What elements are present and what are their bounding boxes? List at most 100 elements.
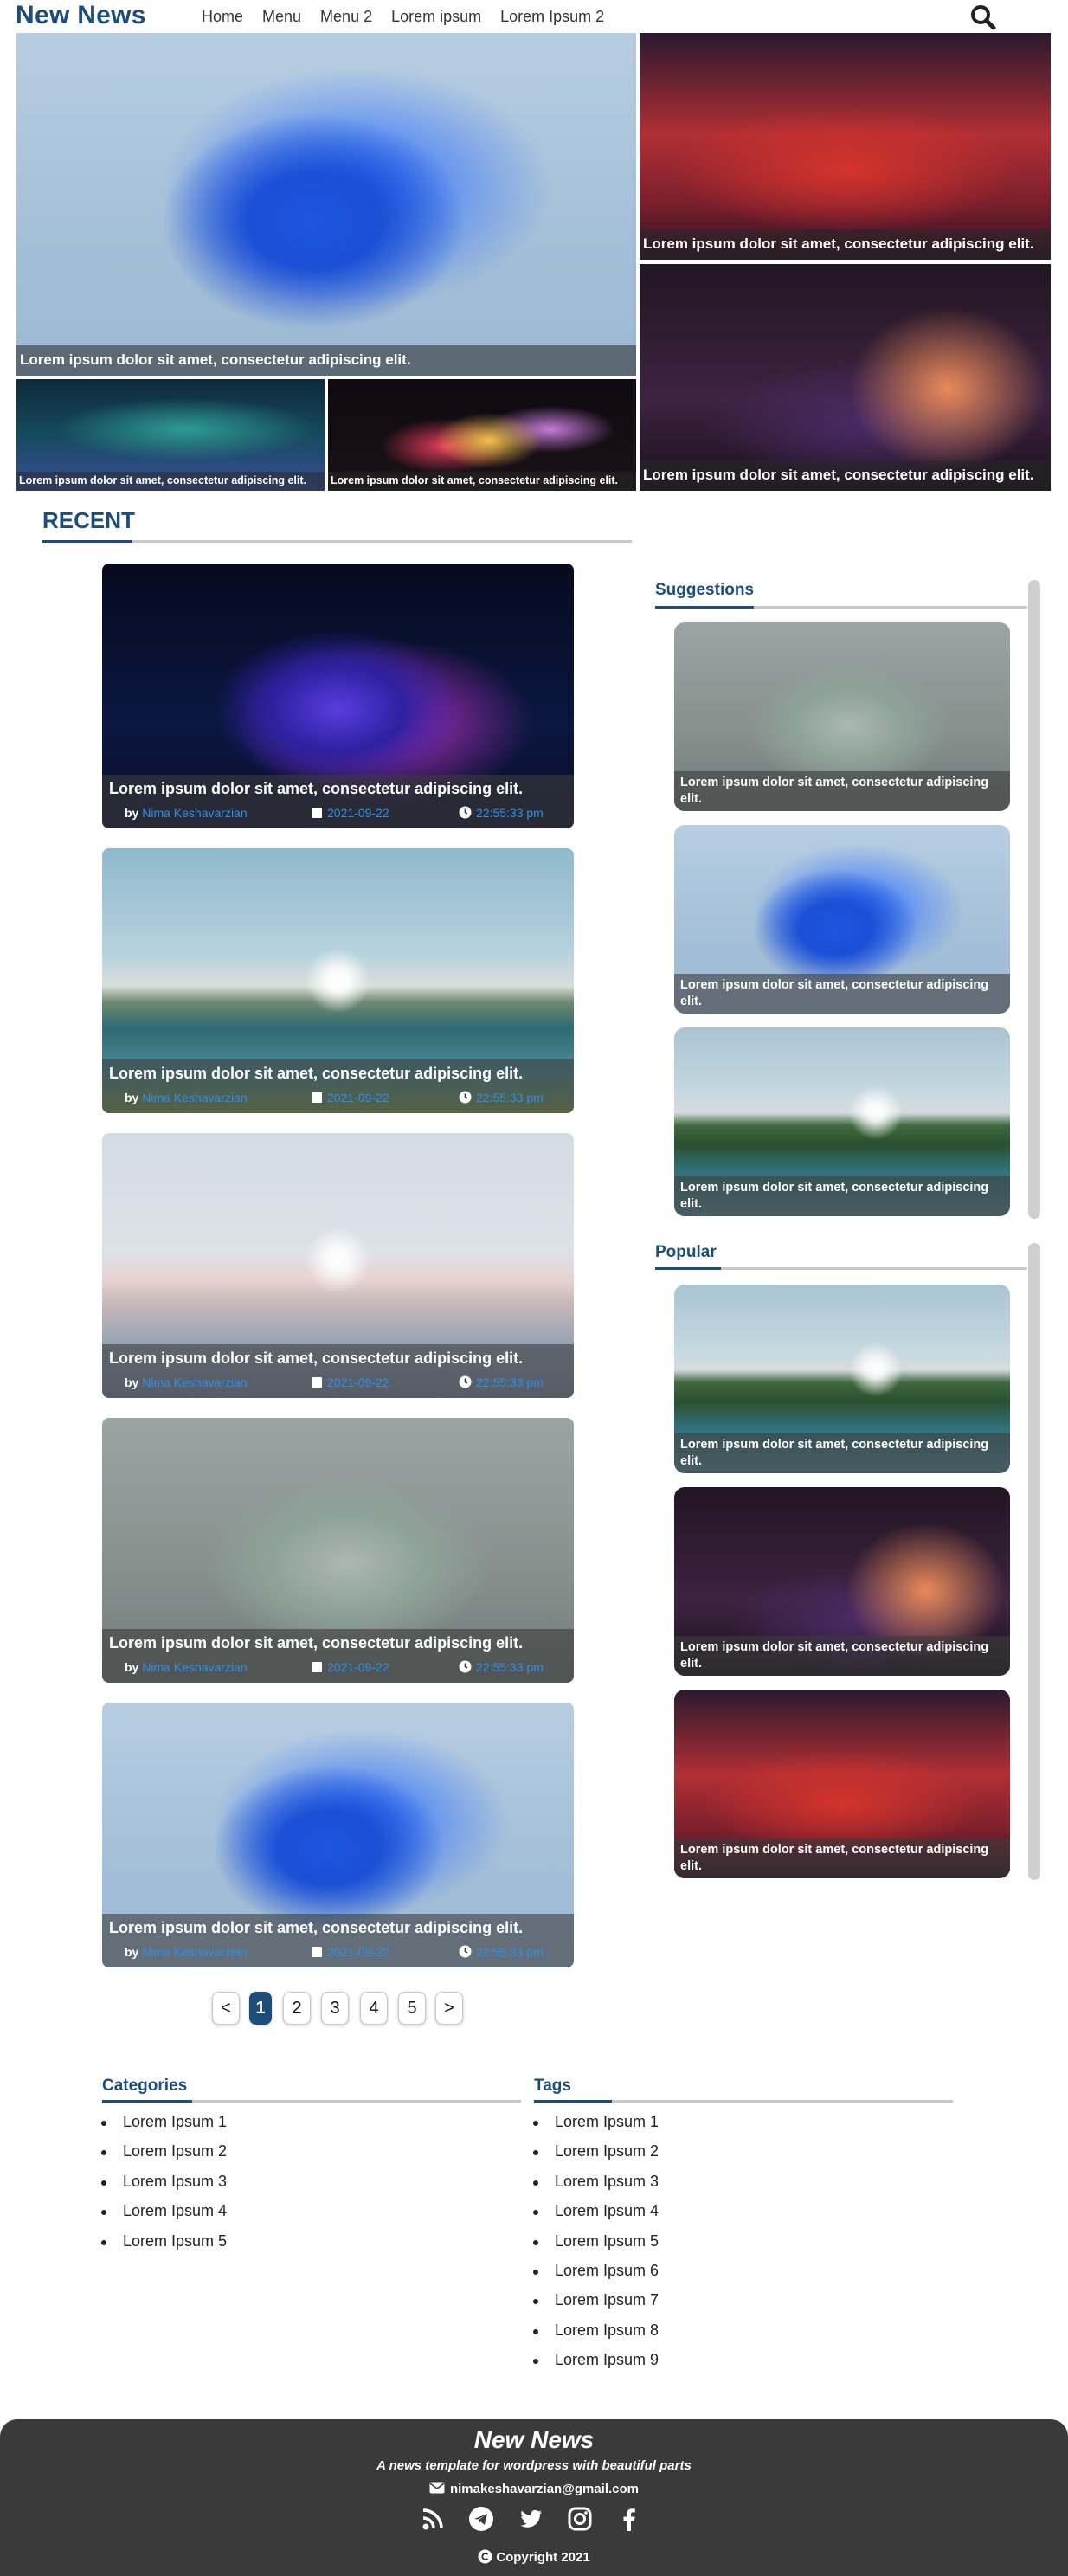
nav-menu[interactable]: Menu [262,8,301,26]
hero-small-left[interactable]: Lorem ipsum dolor sit amet, consectetur … [16,379,325,491]
hero-bottom-right[interactable]: Lorem ipsum dolor sit amet, consectetur … [640,264,1051,491]
nav-lorem-ipsum-2[interactable]: Lorem Ipsum 2 [500,8,604,26]
category-item[interactable]: Lorem Ipsum 5 [101,2232,227,2262]
recent-card[interactable]: Lorem ipsum dolor sit amet, consectetur … [102,1703,574,1967]
calendar-icon [312,808,322,818]
footer-email-text: nimakeshavarzian@gmail.com [449,2482,640,2496]
hero-top-right[interactable]: Lorem ipsum dolor sit amet, consectetur … [640,33,1051,260]
tag-item[interactable]: Lorem Ipsum 1 [533,2113,659,2142]
tags-underline [534,2100,953,2103]
card-date: 2021-09-22 [327,1660,389,1674]
nav-home[interactable]: Home [202,8,243,26]
popular-title: Popular [655,1243,717,1261]
pagination-page-2[interactable]: 2 [283,1992,311,2025]
card-time: 22:55:33 pm [476,1091,544,1104]
suggestions-underline [655,606,1027,609]
card-title[interactable]: Lorem ipsum dolor sit amet, consectetur … [109,1634,523,1652]
tag-item[interactable]: Lorem Ipsum 3 [533,2173,659,2202]
site-header: New News Home Menu Menu 2 Lorem ipsum Lo… [0,0,1068,33]
nav-menu-2[interactable]: Menu 2 [320,8,372,26]
popular-card[interactable]: Lorem ipsum dolor sit amet, consectetur … [674,1285,1010,1473]
calendar-icon [312,1092,322,1103]
category-item[interactable]: Lorem Ipsum 1 [101,2113,227,2142]
tag-item[interactable]: Lorem Ipsum 5 [533,2232,659,2262]
suggestion-card[interactable]: Lorem ipsum dolor sit amet, consectetur … [674,825,1010,1014]
popular-card[interactable]: Lorem ipsum dolor sit amet, consectetur … [674,1690,1010,1878]
recent-underline [42,540,632,543]
footer-title: New News [473,2426,595,2453]
popular-scrollbar[interactable] [1028,1243,1040,1880]
popular-underline [655,1267,1027,1270]
tag-item[interactable]: Lorem Ipsum 6 [533,2262,659,2291]
recent-card[interactable]: Lorem ipsum dolor sit amet, consectetur … [102,1133,574,1398]
card-by: by [125,1091,139,1104]
rss-icon[interactable] [420,2506,446,2532]
recent-card[interactable]: Lorem ipsum dolor sit amet, consectetur … [102,564,574,828]
pagination-page-1[interactable]: 1 [249,1992,272,2025]
card-time: 22:55:33 pm [476,1660,544,1674]
clock-icon [459,1091,472,1104]
nav-lorem-ipsum[interactable]: Lorem ipsum [391,8,481,26]
recent-card[interactable]: Lorem ipsum dolor sit amet, consectetur … [102,848,574,1113]
card-author[interactable]: Nima Keshavarzian [142,1091,247,1104]
social-links [420,2506,648,2535]
footer-tagline: A news template for wordpress with beaut… [376,2458,692,2473]
footer-email[interactable]: nimakeshavarzian@gmail.com [0,2482,1068,2496]
calendar-icon [312,1662,322,1672]
hero-top-right-caption: Lorem ipsum dolor sit amet, consectetur … [640,229,1051,260]
footer-copyright-text: Copyright 2021 [496,2550,590,2565]
suggestion-caption: Lorem ipsum dolor sit amet, consectetur … [674,770,1010,811]
category-item[interactable]: Lorem Ipsum 3 [101,2173,227,2202]
card-author[interactable]: Nima Keshavarzian [142,806,247,820]
suggestion-card[interactable]: Lorem ipsum dolor sit amet, consectetur … [674,622,1010,811]
card-title[interactable]: Lorem ipsum dolor sit amet, consectetur … [109,1919,523,1937]
hero-bottom-right-caption: Lorem ipsum dolor sit amet, consectetur … [640,460,1051,491]
pagination-prev-button[interactable]: < [212,1992,240,2025]
card-by: by [125,1945,139,1959]
category-item[interactable]: Lorem Ipsum 4 [101,2202,227,2231]
clock-icon [459,1945,472,1958]
suggestions-scrollbar[interactable] [1028,580,1040,1219]
category-item[interactable]: Lorem Ipsum 2 [101,2142,227,2172]
pagination-next-button[interactable]: > [435,1992,463,2025]
card-author[interactable]: Nima Keshavarzian [142,1375,247,1389]
categories-list: Lorem Ipsum 1 Lorem Ipsum 2 Lorem Ipsum … [101,2113,227,2262]
pagination-page-5[interactable]: 5 [398,1992,426,2025]
site-footer: New News A news template for wordpress w… [0,2419,1068,2576]
site-logo[interactable]: New News [16,1,146,30]
suggestions-title: Suggestions [655,581,755,599]
tag-item[interactable]: Lorem Ipsum 2 [533,2142,659,2172]
card-title[interactable]: Lorem ipsum dolor sit amet, consectetur … [109,780,523,798]
card-title[interactable]: Lorem ipsum dolor sit amet, consectetur … [109,1065,523,1083]
facebook-icon[interactable] [616,2506,642,2532]
tag-item[interactable]: Lorem Ipsum 9 [533,2351,659,2380]
categories-underline [102,2100,521,2103]
main-nav: Home Menu Menu 2 Lorem ipsum Lorem Ipsum… [202,8,623,26]
twitter-icon[interactable] [518,2506,544,2532]
suggestion-card[interactable]: Lorem ipsum dolor sit amet, consectetur … [674,1027,1010,1216]
pagination-page-3[interactable]: 3 [321,1992,349,2025]
popular-caption: Lorem ipsum dolor sit amet, consectetur … [674,1433,1010,1473]
card-author[interactable]: Nima Keshavarzian [142,1945,247,1959]
hero-main[interactable]: Lorem ipsum dolor sit amet, consectetur … [16,33,636,376]
hero-main-caption: Lorem ipsum dolor sit amet, consectetur … [16,345,636,376]
calendar-icon [312,1947,322,1957]
pagination-page-4[interactable]: 4 [360,1992,388,2025]
tags-title: Tags [534,2077,571,2095]
tag-item[interactable]: Lorem Ipsum 7 [533,2291,659,2321]
instagram-icon[interactable] [567,2506,593,2532]
tag-item[interactable]: Lorem Ipsum 4 [533,2202,659,2231]
card-date: 2021-09-22 [327,1945,389,1959]
hero-small-right[interactable]: Lorem ipsum dolor sit amet, consectetur … [328,379,636,491]
recent-card[interactable]: Lorem ipsum dolor sit amet, consectetur … [102,1418,574,1683]
hero-small-right-caption: Lorem ipsum dolor sit amet, consectetur … [328,472,636,491]
card-title[interactable]: Lorem ipsum dolor sit amet, consectetur … [109,1349,523,1368]
popular-card[interactable]: Lorem ipsum dolor sit amet, consectetur … [674,1487,1010,1676]
calendar-icon [312,1377,322,1388]
suggestion-caption: Lorem ipsum dolor sit amet, consectetur … [674,1175,1010,1216]
card-author[interactable]: Nima Keshavarzian [142,1660,247,1674]
card-time: 22:55:33 pm [476,1375,544,1389]
tag-item[interactable]: Lorem Ipsum 8 [533,2322,659,2351]
search-icon[interactable] [969,3,999,31]
telegram-icon[interactable] [468,2506,494,2532]
